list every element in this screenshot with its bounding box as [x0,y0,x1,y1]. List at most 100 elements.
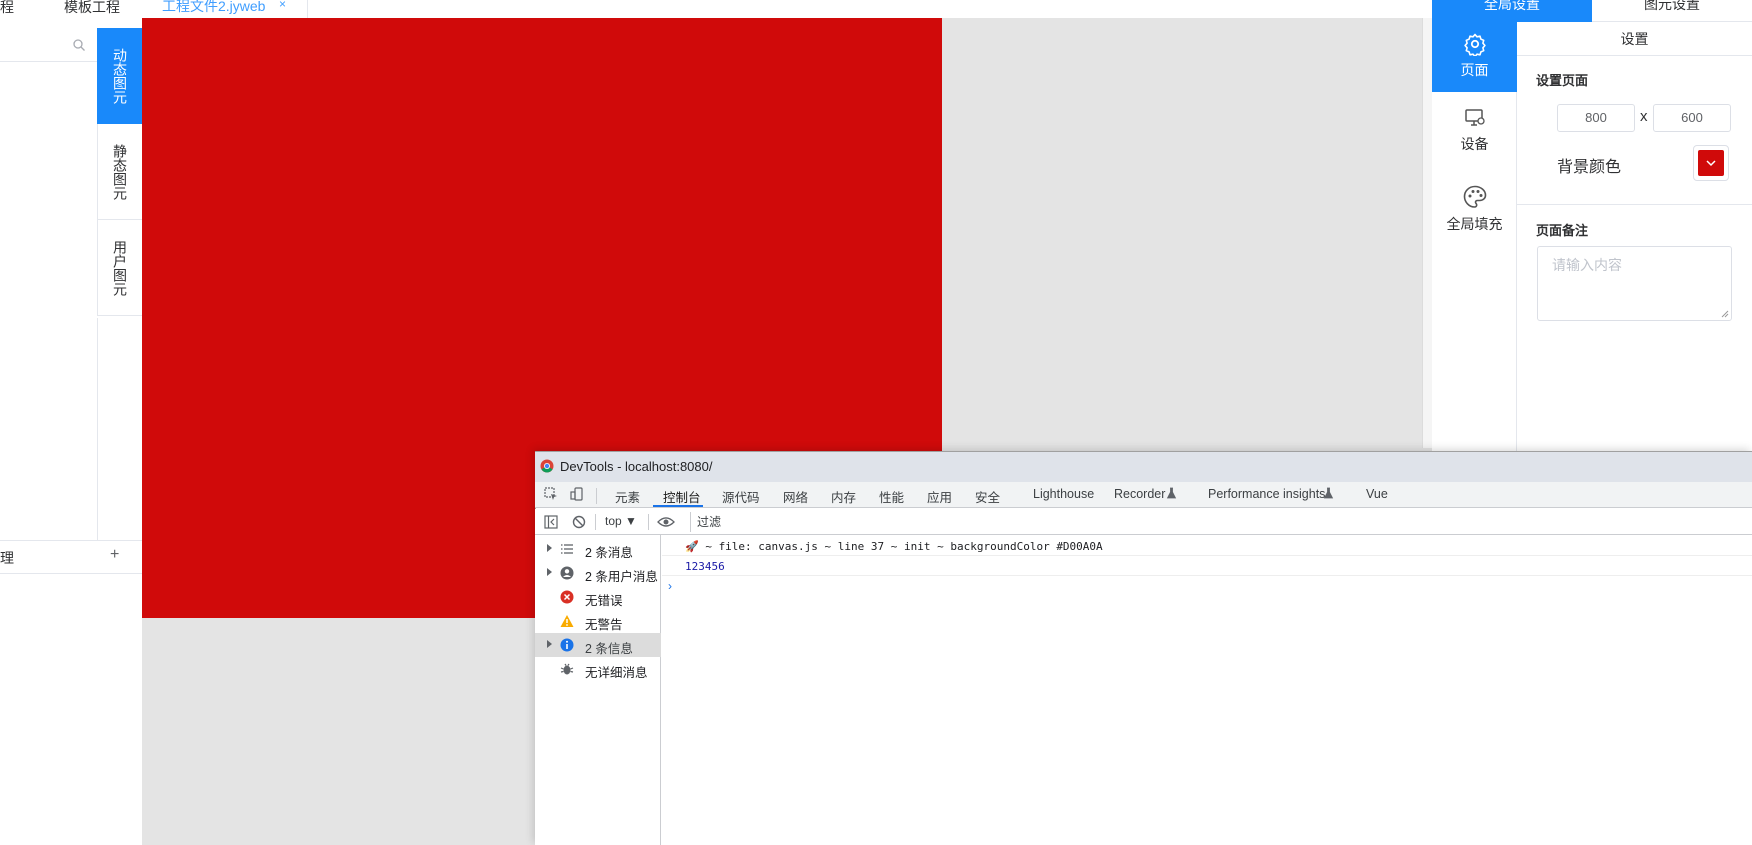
context-select[interactable]: top ▼ [605,514,637,528]
toolbar-separator [648,514,649,530]
inspect-element-icon[interactable] [544,487,558,501]
sidebar-item-verbose[interactable]: 无详细消息 [535,657,661,681]
bg-color-label: 背景颜色 [1557,159,1622,176]
list-icon [561,544,573,554]
search-icon[interactable] [72,38,86,52]
tab-vue[interactable]: Vue [1366,487,1388,501]
console-filter-input[interactable]: 过滤 [690,512,1752,532]
tab-static-elements[interactable]: 静态图元 [97,124,142,220]
notes-section-title: 页面备注 [1536,223,1589,238]
chevron-down-icon [1706,160,1716,167]
sidebar-item-label: 无警告 [585,618,623,632]
tab-label: 静态图元 [112,143,128,200]
gear-icon [1463,33,1486,56]
tab-performance[interactable]: 性能 [879,487,904,506]
console-message-text: 123456 [685,560,725,573]
bug-icon [560,663,574,675]
tab-dynamic-elements[interactable]: 动态图元 [97,28,142,124]
bg-color-picker[interactable] [1693,145,1729,181]
tab-label: 全局设置 [1484,0,1540,12]
tab-element-settings[interactable]: 图元设置 [1592,0,1752,22]
tab-performance-insights[interactable]: Performance insights [1208,487,1325,501]
devtools-title: DevTools - localhost:8080/ [560,459,713,474]
add-button[interactable]: + [110,546,119,564]
active-tab-indicator [653,505,703,507]
tab-label: 用户图元 [112,239,128,296]
sidebar-item-warnings[interactable]: 无警告 [535,609,661,633]
devtools-titlebar[interactable] [535,452,1752,482]
sidebar-item-label: 无错误 [585,594,623,608]
expand-arrow-icon[interactable] [547,640,552,648]
tab-elements[interactable]: 元素 [615,487,640,506]
section-divider [1517,204,1752,205]
sidebar-item-user-messages[interactable]: 2 条用户消息 [535,561,661,585]
resize-handle-icon[interactable] [1721,310,1729,318]
console-message-text: 🚀 ~ file: canvas.js ~ line 37 ~ init ~ b… [685,540,1103,553]
context-select-value: top [605,514,622,528]
expand-arrow-icon[interactable] [547,568,552,576]
settings-header: 设置 [1517,22,1752,56]
flask-icon [1323,487,1334,499]
eye-icon[interactable] [657,515,675,529]
sidebar-item-label: 2 条消息 [585,546,633,560]
sidebar-item-label: 全局填充 [1446,216,1503,232]
close-icon[interactable]: × [279,0,286,11]
tab-application[interactable]: 应用 [927,487,952,506]
sidebar-toggle-icon[interactable] [544,515,558,529]
chrome-logo-icon [540,459,554,473]
tab-global-settings[interactable]: 全局设置 [1432,0,1592,22]
sidebar-item-messages[interactable]: 2 条消息 [535,537,661,561]
textarea-placeholder: 请输入内容 [1552,257,1622,273]
management-row[interactable] [0,540,142,574]
tab-label: 图元设置 [1644,0,1700,12]
info-icon [560,638,574,652]
sidebar-item-info[interactable]: 2 条信息 [535,633,661,657]
tab-console[interactable]: 控制台 [663,487,701,506]
toolbar-separator [596,488,597,504]
management-label: 理 [0,550,14,566]
page-notes-textarea[interactable]: 请输入内容 [1537,246,1732,321]
sidebar-item-label: 2 条信息 [585,642,633,656]
tab-security[interactable]: 安全 [975,487,1000,506]
canvas-scrollbar[interactable] [1422,18,1432,448]
expand-arrow-icon[interactable] [547,544,552,552]
page-height-input[interactable]: 600 [1653,104,1731,132]
flask-icon [1166,487,1177,499]
console-message[interactable]: 123456 [662,556,1752,576]
sidebar-item-device[interactable]: 设备 [1432,100,1517,170]
error-icon [560,590,574,604]
toolbar-separator [595,514,596,530]
device-toolbar-icon[interactable] [570,487,584,501]
editor-tabbar [142,0,1432,18]
palette-icon [1463,185,1486,208]
tab-network[interactable]: 网络 [783,487,808,506]
monitor-icon [1464,109,1485,126]
dimension-separator: x [1640,108,1648,125]
clear-console-icon[interactable] [572,515,586,529]
sidebar-item-label: 无详细消息 [585,666,648,680]
tab-user-elements[interactable]: 用户图元 [97,220,142,316]
sidebar-item-label: 页面 [1460,62,1489,78]
page-section-title: 设置页面 [1536,73,1589,88]
project-tab-1[interactable]: 程 [0,0,14,18]
tab-sources[interactable]: 源代码 [722,487,760,506]
tab-recorder[interactable]: Recorder [1114,487,1165,501]
editor-tab-label[interactable]: 工程文件2.jyweb [162,0,265,16]
tab-label: 动态图元 [112,47,128,104]
console-prompt[interactable]: › [668,579,672,593]
project-tab-template[interactable]: 模板工程 [64,0,120,18]
console-message[interactable]: 🚀 ~ file: canvas.js ~ line 37 ~ init ~ b… [662,536,1752,556]
sidebar-item-errors[interactable]: 无错误 [535,585,661,609]
user-icon [560,566,574,580]
page-width-input[interactable]: 800 [1557,104,1635,132]
sidebar-item-global-fill[interactable]: 全局填充 [1432,178,1517,248]
tabs-divider [97,318,98,540]
sidebar-item-label: 设备 [1460,136,1489,152]
element-category-tabs: 动态图元 静态图元 用户图元 [97,28,142,316]
warning-icon [560,615,574,627]
sidebar-item-page[interactable]: 页面 [1432,22,1517,92]
tab-lighthouse[interactable]: Lighthouse [1033,487,1094,501]
color-swatch [1698,150,1724,176]
tab-memory[interactable]: 内存 [831,487,856,506]
sidebar-item-label: 2 条用户消息 [585,570,658,584]
